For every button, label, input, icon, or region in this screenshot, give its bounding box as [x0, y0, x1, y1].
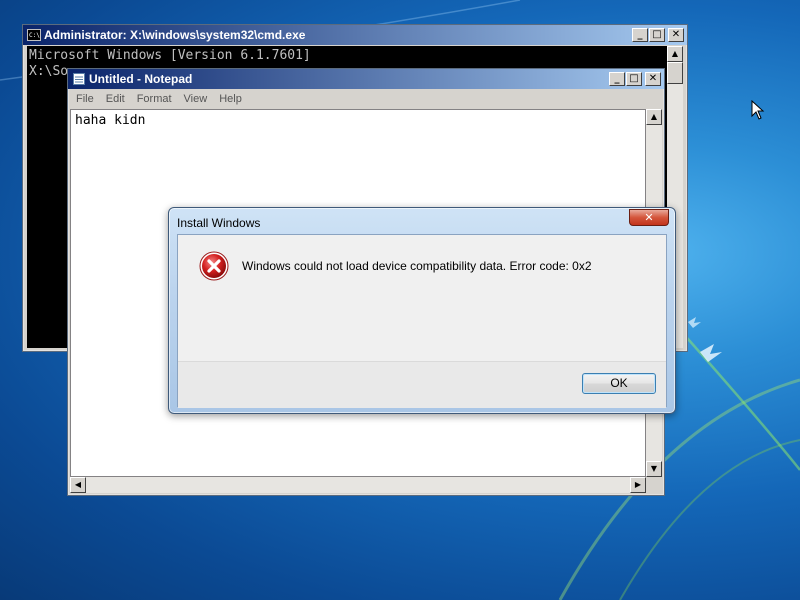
error-icon: [199, 251, 229, 281]
close-button[interactable]: ✕: [645, 72, 661, 86]
ok-button[interactable]: OK: [582, 373, 656, 394]
scroll-down-arrow-icon[interactable]: ▼: [646, 461, 662, 477]
mouse-pointer-icon: [751, 100, 765, 120]
minimize-button[interactable]: _: [609, 72, 625, 86]
notepad-titlebar[interactable]: Untitled - Notepad _ □ ✕: [68, 69, 664, 89]
scroll-left-arrow-icon[interactable]: ◀: [70, 477, 86, 493]
maximize-button[interactable]: □: [626, 72, 642, 86]
scroll-right-arrow-icon[interactable]: ▶: [630, 477, 646, 493]
dialog-title: Install Windows: [177, 216, 261, 230]
dialog-close-button[interactable]: ✕: [629, 209, 669, 226]
scroll-up-arrow-icon[interactable]: ▲: [667, 46, 683, 62]
cmd-title: Administrator: X:\windows\system32\cmd.e…: [44, 28, 306, 42]
scroll-thumb[interactable]: [667, 62, 683, 84]
notepad-title: Untitled - Notepad: [89, 72, 193, 86]
cmd-icon: C:\: [27, 29, 41, 41]
close-button[interactable]: ✕: [668, 28, 684, 42]
dialog-body: Windows could not load device compatibil…: [178, 235, 666, 361]
minimize-button[interactable]: _: [632, 28, 648, 42]
scroll-up-arrow-icon[interactable]: ▲: [646, 109, 662, 125]
menu-view[interactable]: View: [178, 93, 214, 105]
cmd-titlebar[interactable]: C:\ Administrator: X:\windows\system32\c…: [23, 25, 687, 45]
console-line: Microsoft Windows [Version 6.1.7601]: [29, 48, 311, 63]
dialog-message: Windows could not load device compatibil…: [242, 259, 592, 273]
dialog-footer: OK: [178, 361, 666, 408]
notepad-menubar: File Edit Format View Help: [70, 89, 662, 108]
notepad-icon: [73, 73, 85, 85]
dialog-client-area: Windows could not load device compatibil…: [177, 234, 667, 408]
menu-format[interactable]: Format: [131, 93, 178, 105]
notepad-horizontal-scrollbar[interactable]: ◀ ▶: [70, 477, 646, 493]
svg-text:C:\: C:\: [29, 32, 40, 39]
maximize-button[interactable]: □: [649, 28, 665, 42]
install-windows-dialog[interactable]: Install Windows ✕ Windows could not load…: [168, 207, 676, 414]
menu-edit[interactable]: Edit: [100, 93, 131, 105]
menu-help[interactable]: Help: [213, 93, 248, 105]
menu-file[interactable]: File: [70, 93, 100, 105]
